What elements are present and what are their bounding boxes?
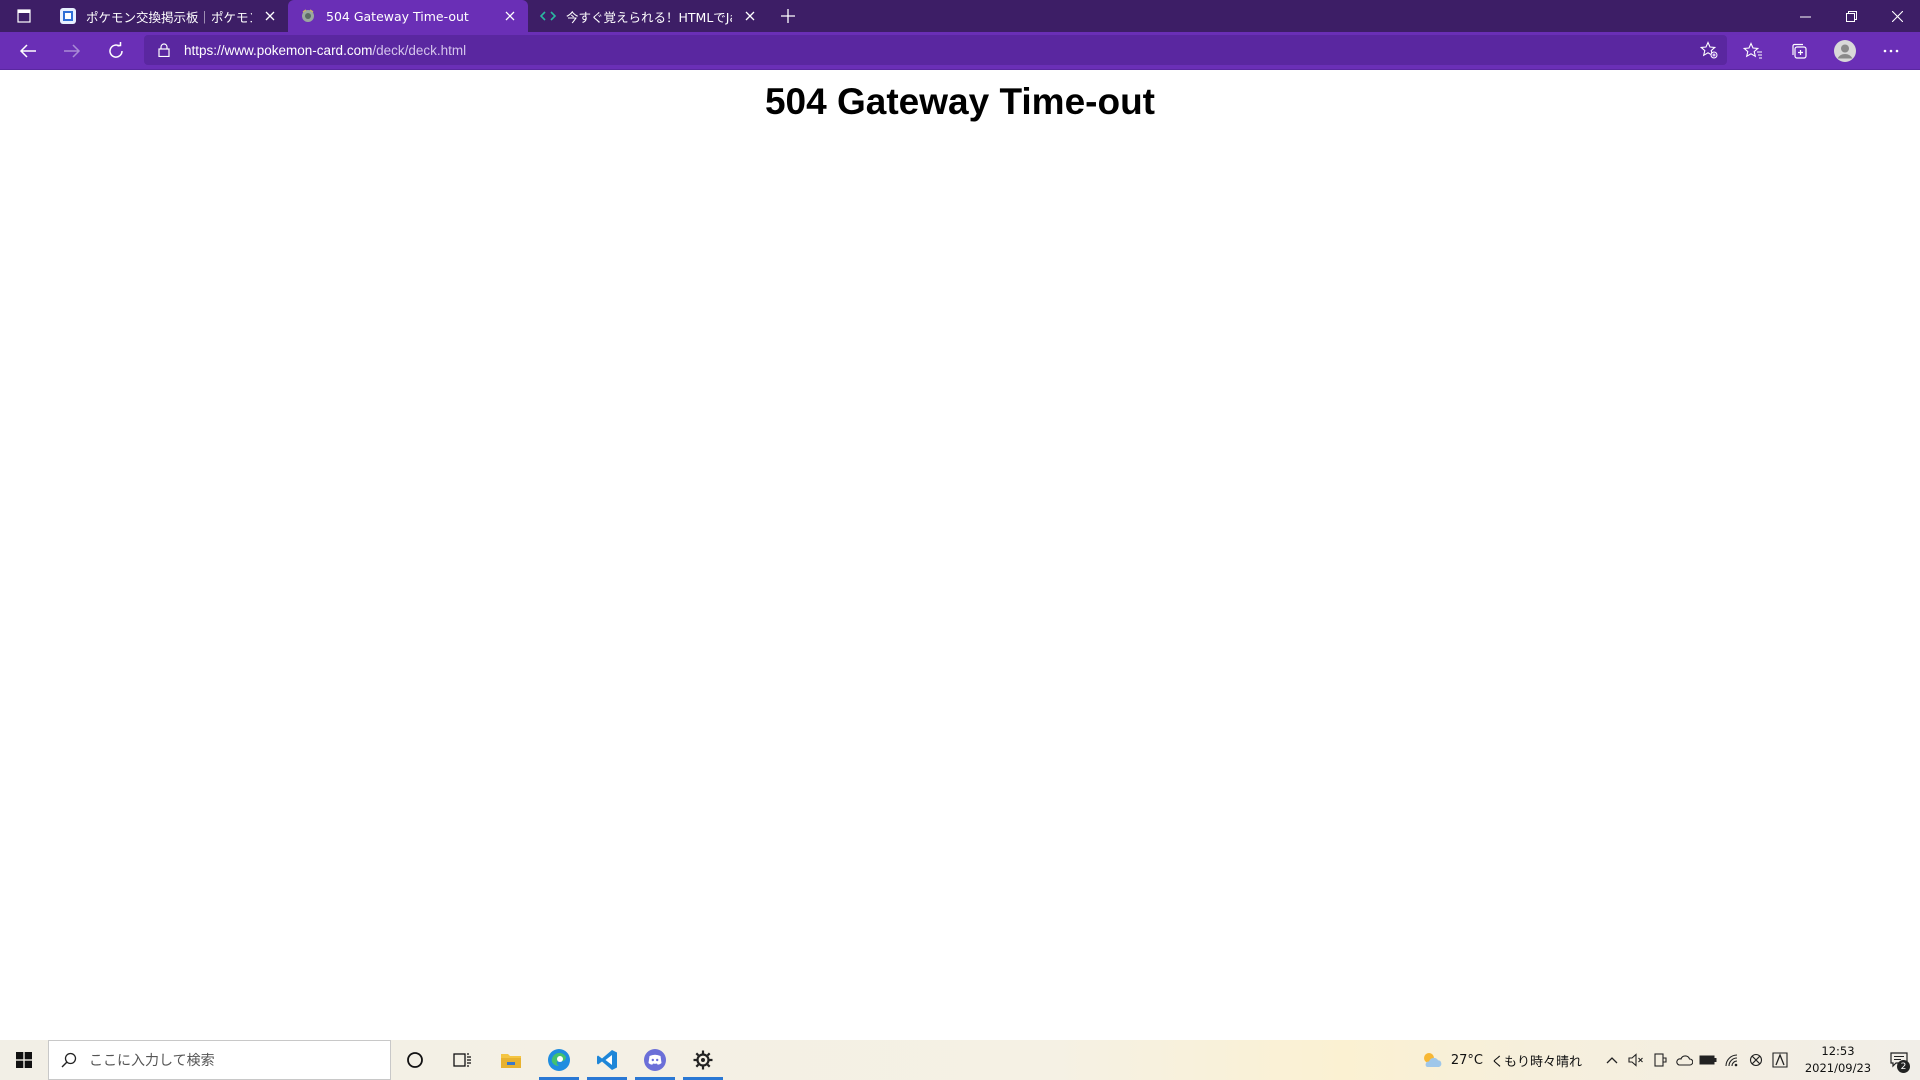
search-icon <box>61 1052 77 1068</box>
battery-icon <box>1699 1055 1717 1065</box>
gear-icon <box>693 1050 713 1070</box>
tab-actions-icon <box>17 9 31 23</box>
system-tray: 27°C くもり時々晴れ 12:53 2021/09/23 2 <box>1421 1040 1920 1080</box>
partly-cloudy-icon <box>1423 1053 1442 1067</box>
edge-browser-app[interactable] <box>535 1040 583 1080</box>
more-menu-button[interactable] <box>1868 35 1914 67</box>
close-tab-icon[interactable] <box>502 8 518 24</box>
url-text[interactable]: https://www.pokemon-card.com/deck/deck.h… <box>184 43 466 58</box>
tab-html-javascript[interactable]: 今すぐ覚えられる！HTMLでJavaScript <box>528 0 768 32</box>
arrow-right-icon <box>64 43 81 58</box>
restore-button[interactable] <box>1828 0 1874 32</box>
cloud-icon <box>1676 1055 1693 1066</box>
start-button[interactable] <box>0 1040 48 1080</box>
tab-pokemon-board[interactable]: ポケモン交換掲示板｜ポケモントレーナー <box>48 0 288 32</box>
discord-icon <box>644 1049 666 1071</box>
vscode-app[interactable] <box>583 1040 631 1080</box>
minimize-button[interactable] <box>1782 0 1828 32</box>
new-tab-button[interactable] <box>772 0 804 32</box>
favorites-button[interactable] <box>1730 35 1776 67</box>
avatar-icon <box>1834 40 1856 62</box>
restore-icon <box>1845 10 1857 22</box>
task-view-button[interactable] <box>439 1040 487 1080</box>
edge-icon <box>548 1049 570 1071</box>
notification-count-badge: 2 <box>1897 1060 1910 1073</box>
discord-app[interactable] <box>631 1040 679 1080</box>
close-tab-icon[interactable] <box>262 8 278 24</box>
blocked-circle-icon <box>1749 1053 1763 1067</box>
error-heading: 504 Gateway Time-out <box>764 81 1156 122</box>
back-button[interactable] <box>6 35 50 67</box>
file-explorer-app[interactable] <box>487 1040 535 1080</box>
url-path: /deck/deck.html <box>372 42 467 58</box>
cortana-circle-icon <box>407 1052 423 1068</box>
action-center-button[interactable]: 2 <box>1878 1040 1920 1080</box>
collections-button[interactable] <box>1776 35 1822 67</box>
cortana-button[interactable] <box>391 1040 439 1080</box>
device-icon <box>1654 1053 1667 1067</box>
search-placeholder: ここに入力して検索 <box>89 1053 215 1069</box>
arrow-left-icon <box>19 43 36 58</box>
tab-title: 504 Gateway Time-out <box>326 8 469 24</box>
minimize-icon <box>1799 16 1811 17</box>
clock-time: 12:53 <box>1821 1044 1855 1058</box>
url-host: https://www.pokemon-card.com <box>184 42 373 58</box>
tab-gateway-timeout[interactable]: 504 Gateway Time-out <box>288 0 528 32</box>
ellipsis-icon <box>1883 49 1899 53</box>
clock-date: 2021/09/23 <box>1804 1061 1872 1075</box>
weather-temperature: 27°C <box>1450 1052 1483 1068</box>
ime-mode-button[interactable] <box>1768 1040 1792 1080</box>
toolbar-actions <box>1730 35 1914 67</box>
code-favicon-icon <box>540 8 556 24</box>
tray-status-button[interactable] <box>1744 1040 1768 1080</box>
plus-icon <box>781 9 795 23</box>
collections-icon <box>1792 43 1807 59</box>
refresh-button[interactable] <box>94 35 138 67</box>
window-controls <box>1782 0 1920 32</box>
task-view-icon <box>453 1053 471 1067</box>
volume-button[interactable] <box>1624 1040 1648 1080</box>
tray-app-button[interactable] <box>1648 1040 1672 1080</box>
chevron-up-icon <box>1606 1057 1618 1064</box>
taskbar-search-box[interactable]: ここに入力して検索 <box>48 1040 391 1080</box>
folder-icon <box>501 1054 521 1068</box>
browser-tab-bar: ポケモン交換掲示板｜ポケモントレーナー 504 Gateway Time-out… <box>0 0 1920 32</box>
ime-a-icon <box>1772 1052 1788 1068</box>
pokemon-card-favicon-icon <box>300 8 316 24</box>
forward-button[interactable] <box>50 35 94 67</box>
tab-title: ポケモン交換掲示板｜ポケモントレーナー <box>86 9 252 25</box>
tab-actions-button[interactable] <box>0 0 48 32</box>
vscode-icon <box>597 1050 617 1070</box>
weather-widget[interactable]: 27°C くもり時々晴れ <box>1421 1051 1582 1070</box>
close-window-button[interactable] <box>1874 0 1920 32</box>
taskbar-clock[interactable]: 12:53 2021/09/23 <box>1798 1043 1878 1077</box>
tab-title: 今すぐ覚えられる！HTMLでJavaScript <box>566 9 732 25</box>
windows-logo-icon <box>16 1052 32 1068</box>
settings-app[interactable] <box>679 1040 727 1080</box>
wifi-icon <box>1725 1054 1738 1067</box>
page-content: 504 Gateway Time-out <box>0 71 1920 1040</box>
lock-icon[interactable] <box>144 43 184 57</box>
windows-taskbar: ここに入力して検索 27°C くもり時々晴れ 12:53 2021/09/23 … <box>0 1040 1920 1080</box>
onedrive-button[interactable] <box>1672 1040 1696 1080</box>
show-hidden-icons-button[interactable] <box>1600 1040 1624 1080</box>
network-button[interactable] <box>1720 1040 1744 1080</box>
add-favorite-icon[interactable] <box>1699 40 1719 60</box>
browser-toolbar: https://www.pokemon-card.com/deck/deck.h… <box>0 32 1920 70</box>
address-bar[interactable]: https://www.pokemon-card.com/deck/deck.h… <box>144 35 1727 65</box>
close-tab-icon[interactable] <box>742 8 758 24</box>
close-icon <box>1891 10 1903 22</box>
refresh-icon <box>109 41 123 58</box>
battery-button[interactable] <box>1696 1040 1720 1080</box>
pokemon-board-favicon-icon <box>60 8 76 24</box>
profile-button[interactable] <box>1822 35 1868 67</box>
favorites-icon <box>1743 42 1762 59</box>
speaker-muted-icon <box>1628 1053 1643 1067</box>
weather-description: くもり時々晴れ <box>1490 1054 1582 1070</box>
